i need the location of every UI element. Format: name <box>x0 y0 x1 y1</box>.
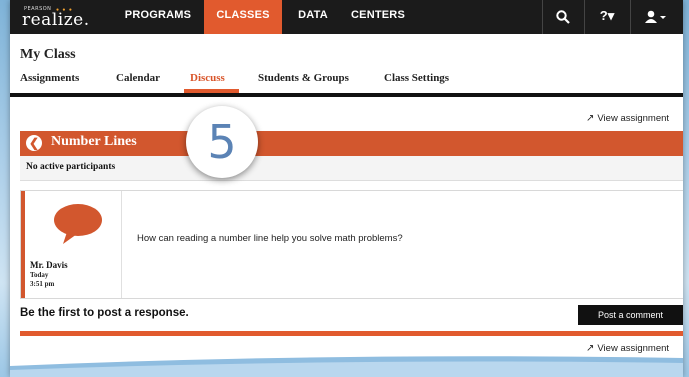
page-title: My Class <box>20 47 76 62</box>
class-tabs: Assignments Calendar Discuss Students & … <box>10 72 683 90</box>
discussion-title: Number Lines <box>51 134 137 149</box>
participants-status: No active participants <box>20 156 683 181</box>
external-link-icon: ↗ <box>586 113 595 124</box>
post-text: How can reading a number line help you s… <box>137 233 403 244</box>
nav-divider <box>542 0 543 34</box>
nav-programs[interactable]: PROGRAMS <box>116 0 200 34</box>
top-navigation: PEARSON ● ● ● realize. PROGRAMS CLASSES … <box>10 0 683 34</box>
tab-divider <box>10 93 683 97</box>
section-divider <box>20 331 683 336</box>
speech-bubble-icon <box>54 204 102 244</box>
post-time: 3:51 pm <box>30 280 55 288</box>
discussion-post: Mr. Davis Today 3:51 pm How can reading … <box>20 190 683 299</box>
tab-calendar[interactable]: Calendar <box>116 72 160 84</box>
post-author-column: Mr. Davis Today 3:51 pm <box>25 191 122 298</box>
post-date: Today <box>30 271 49 279</box>
view-assignment-link-top[interactable]: ↗ View assignment <box>586 113 669 124</box>
tab-students-groups[interactable]: Students & Groups <box>258 72 349 84</box>
nav-classes[interactable]: CLASSES <box>204 0 282 34</box>
tab-class-settings[interactable]: Class Settings <box>384 72 449 84</box>
participants-text: No active participants <box>26 162 116 172</box>
user-menu-icon[interactable] <box>634 0 678 34</box>
tab-assignments[interactable]: Assignments <box>20 72 79 84</box>
post-author: Mr. Davis <box>30 260 68 270</box>
empty-responses-message: Be the first to post a response. <box>20 307 189 319</box>
step-number-badge: 5 <box>186 106 258 178</box>
help-menu-icon[interactable]: ?▾ <box>588 0 626 34</box>
page-curl-decoration <box>10 356 683 377</box>
nav-centers[interactable]: CENTERS <box>344 0 412 34</box>
discussion-header: ❮ Number Lines <box>20 131 683 156</box>
realize-logo[interactable]: PEARSON ● ● ● realize. <box>22 6 102 30</box>
logo-text: realize. <box>22 10 90 30</box>
tab-discuss[interactable]: Discuss <box>190 72 225 84</box>
app-window: PEARSON ● ● ● realize. PROGRAMS CLASSES … <box>10 0 683 377</box>
search-icon[interactable] <box>548 0 578 34</box>
nav-divider <box>584 0 585 34</box>
post-comment-button[interactable]: Post a comment <box>578 305 683 325</box>
back-arrow-icon[interactable]: ❮ <box>26 135 42 151</box>
nav-data[interactable]: DATA <box>288 0 338 34</box>
nav-divider <box>630 0 631 34</box>
view-assignment-label: View assignment <box>597 113 670 124</box>
